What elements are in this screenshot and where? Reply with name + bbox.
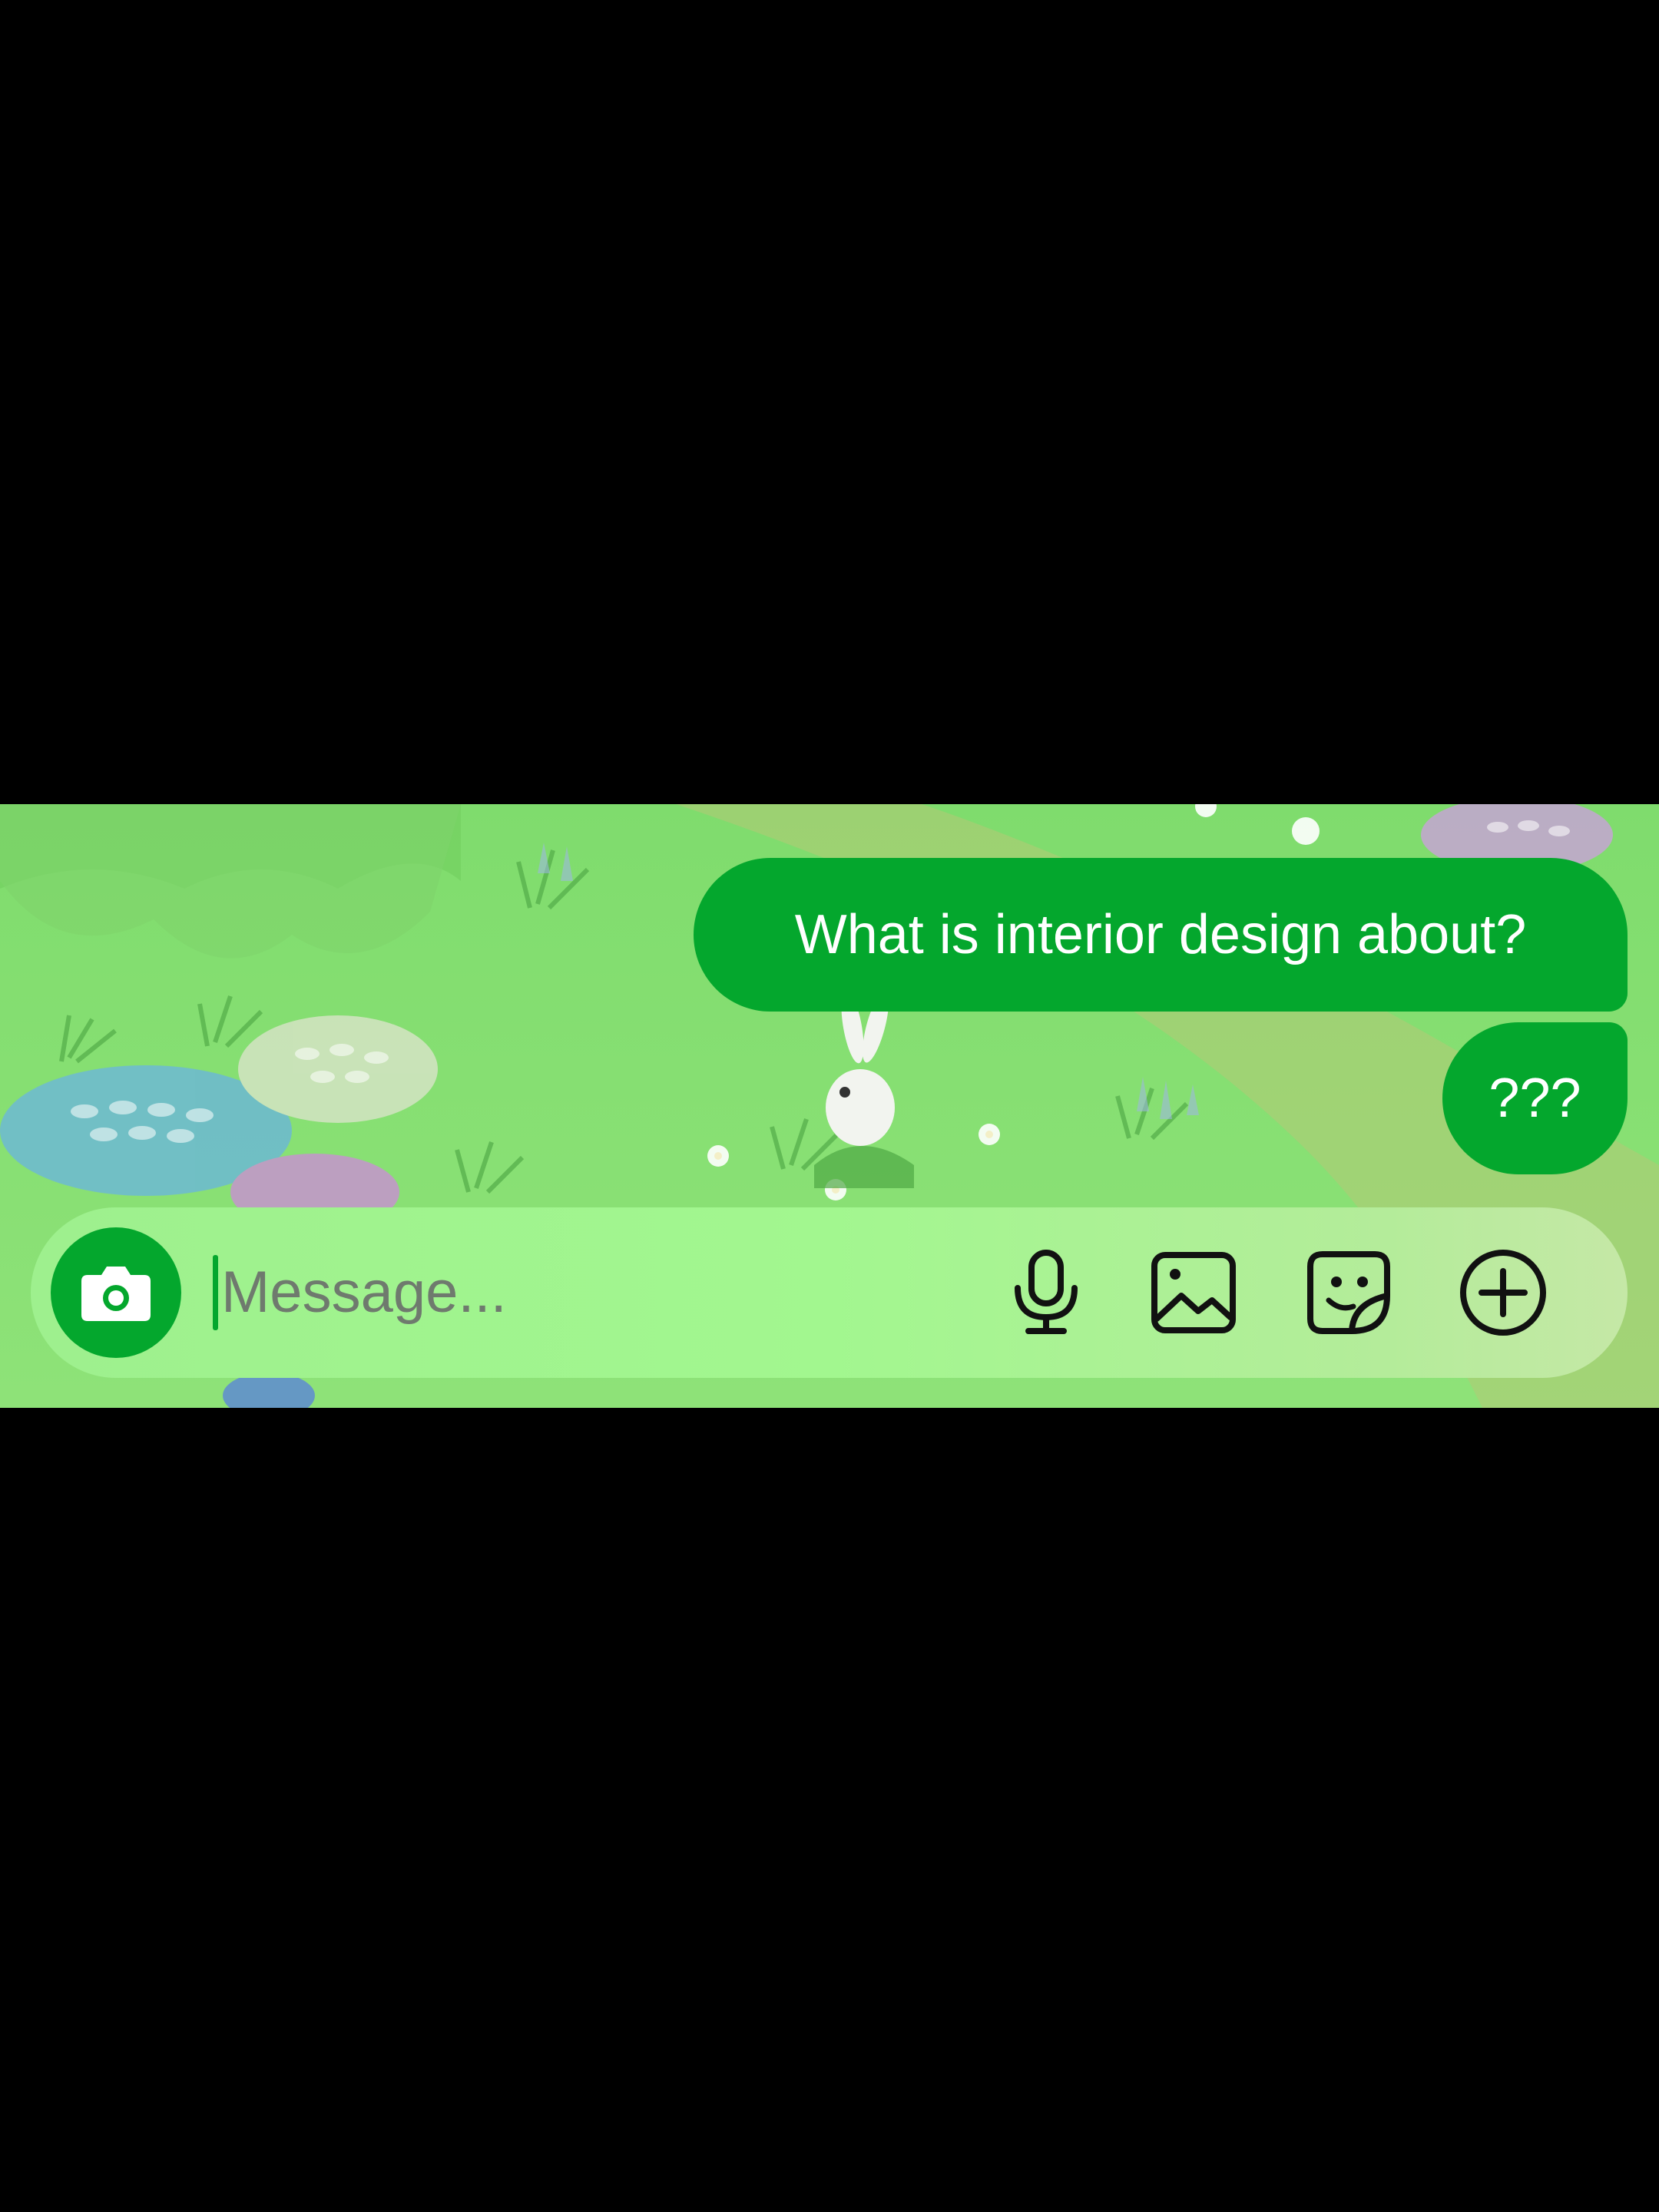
chat-area[interactable]: What is interior design about? ??? bbox=[0, 804, 1659, 1408]
message-composer bbox=[31, 1207, 1628, 1378]
gallery-button[interactable] bbox=[1147, 1247, 1240, 1339]
more-options-button[interactable] bbox=[1457, 1247, 1549, 1339]
sticker-icon bbox=[1307, 1251, 1390, 1334]
camera-button[interactable] bbox=[51, 1227, 181, 1358]
image-icon bbox=[1151, 1252, 1236, 1333]
microphone-icon bbox=[1015, 1250, 1078, 1334]
letterbox-top bbox=[0, 0, 1659, 804]
text-cursor bbox=[213, 1255, 218, 1330]
message-bubble-outgoing[interactable]: What is interior design about? bbox=[694, 858, 1628, 1012]
message-text: ??? bbox=[1488, 1068, 1581, 1129]
message-input[interactable] bbox=[218, 1246, 916, 1338]
message-bubble-outgoing[interactable]: ??? bbox=[1442, 1022, 1628, 1174]
sticker-button[interactable] bbox=[1303, 1247, 1395, 1339]
letterbox-bottom bbox=[0, 1408, 1659, 2212]
camera-icon bbox=[81, 1267, 151, 1321]
bunny-illustration bbox=[814, 990, 914, 1188]
plus-circle-icon bbox=[1460, 1250, 1546, 1336]
voice-message-button[interactable] bbox=[1000, 1247, 1092, 1339]
message-text: What is interior design about? bbox=[794, 904, 1527, 965]
